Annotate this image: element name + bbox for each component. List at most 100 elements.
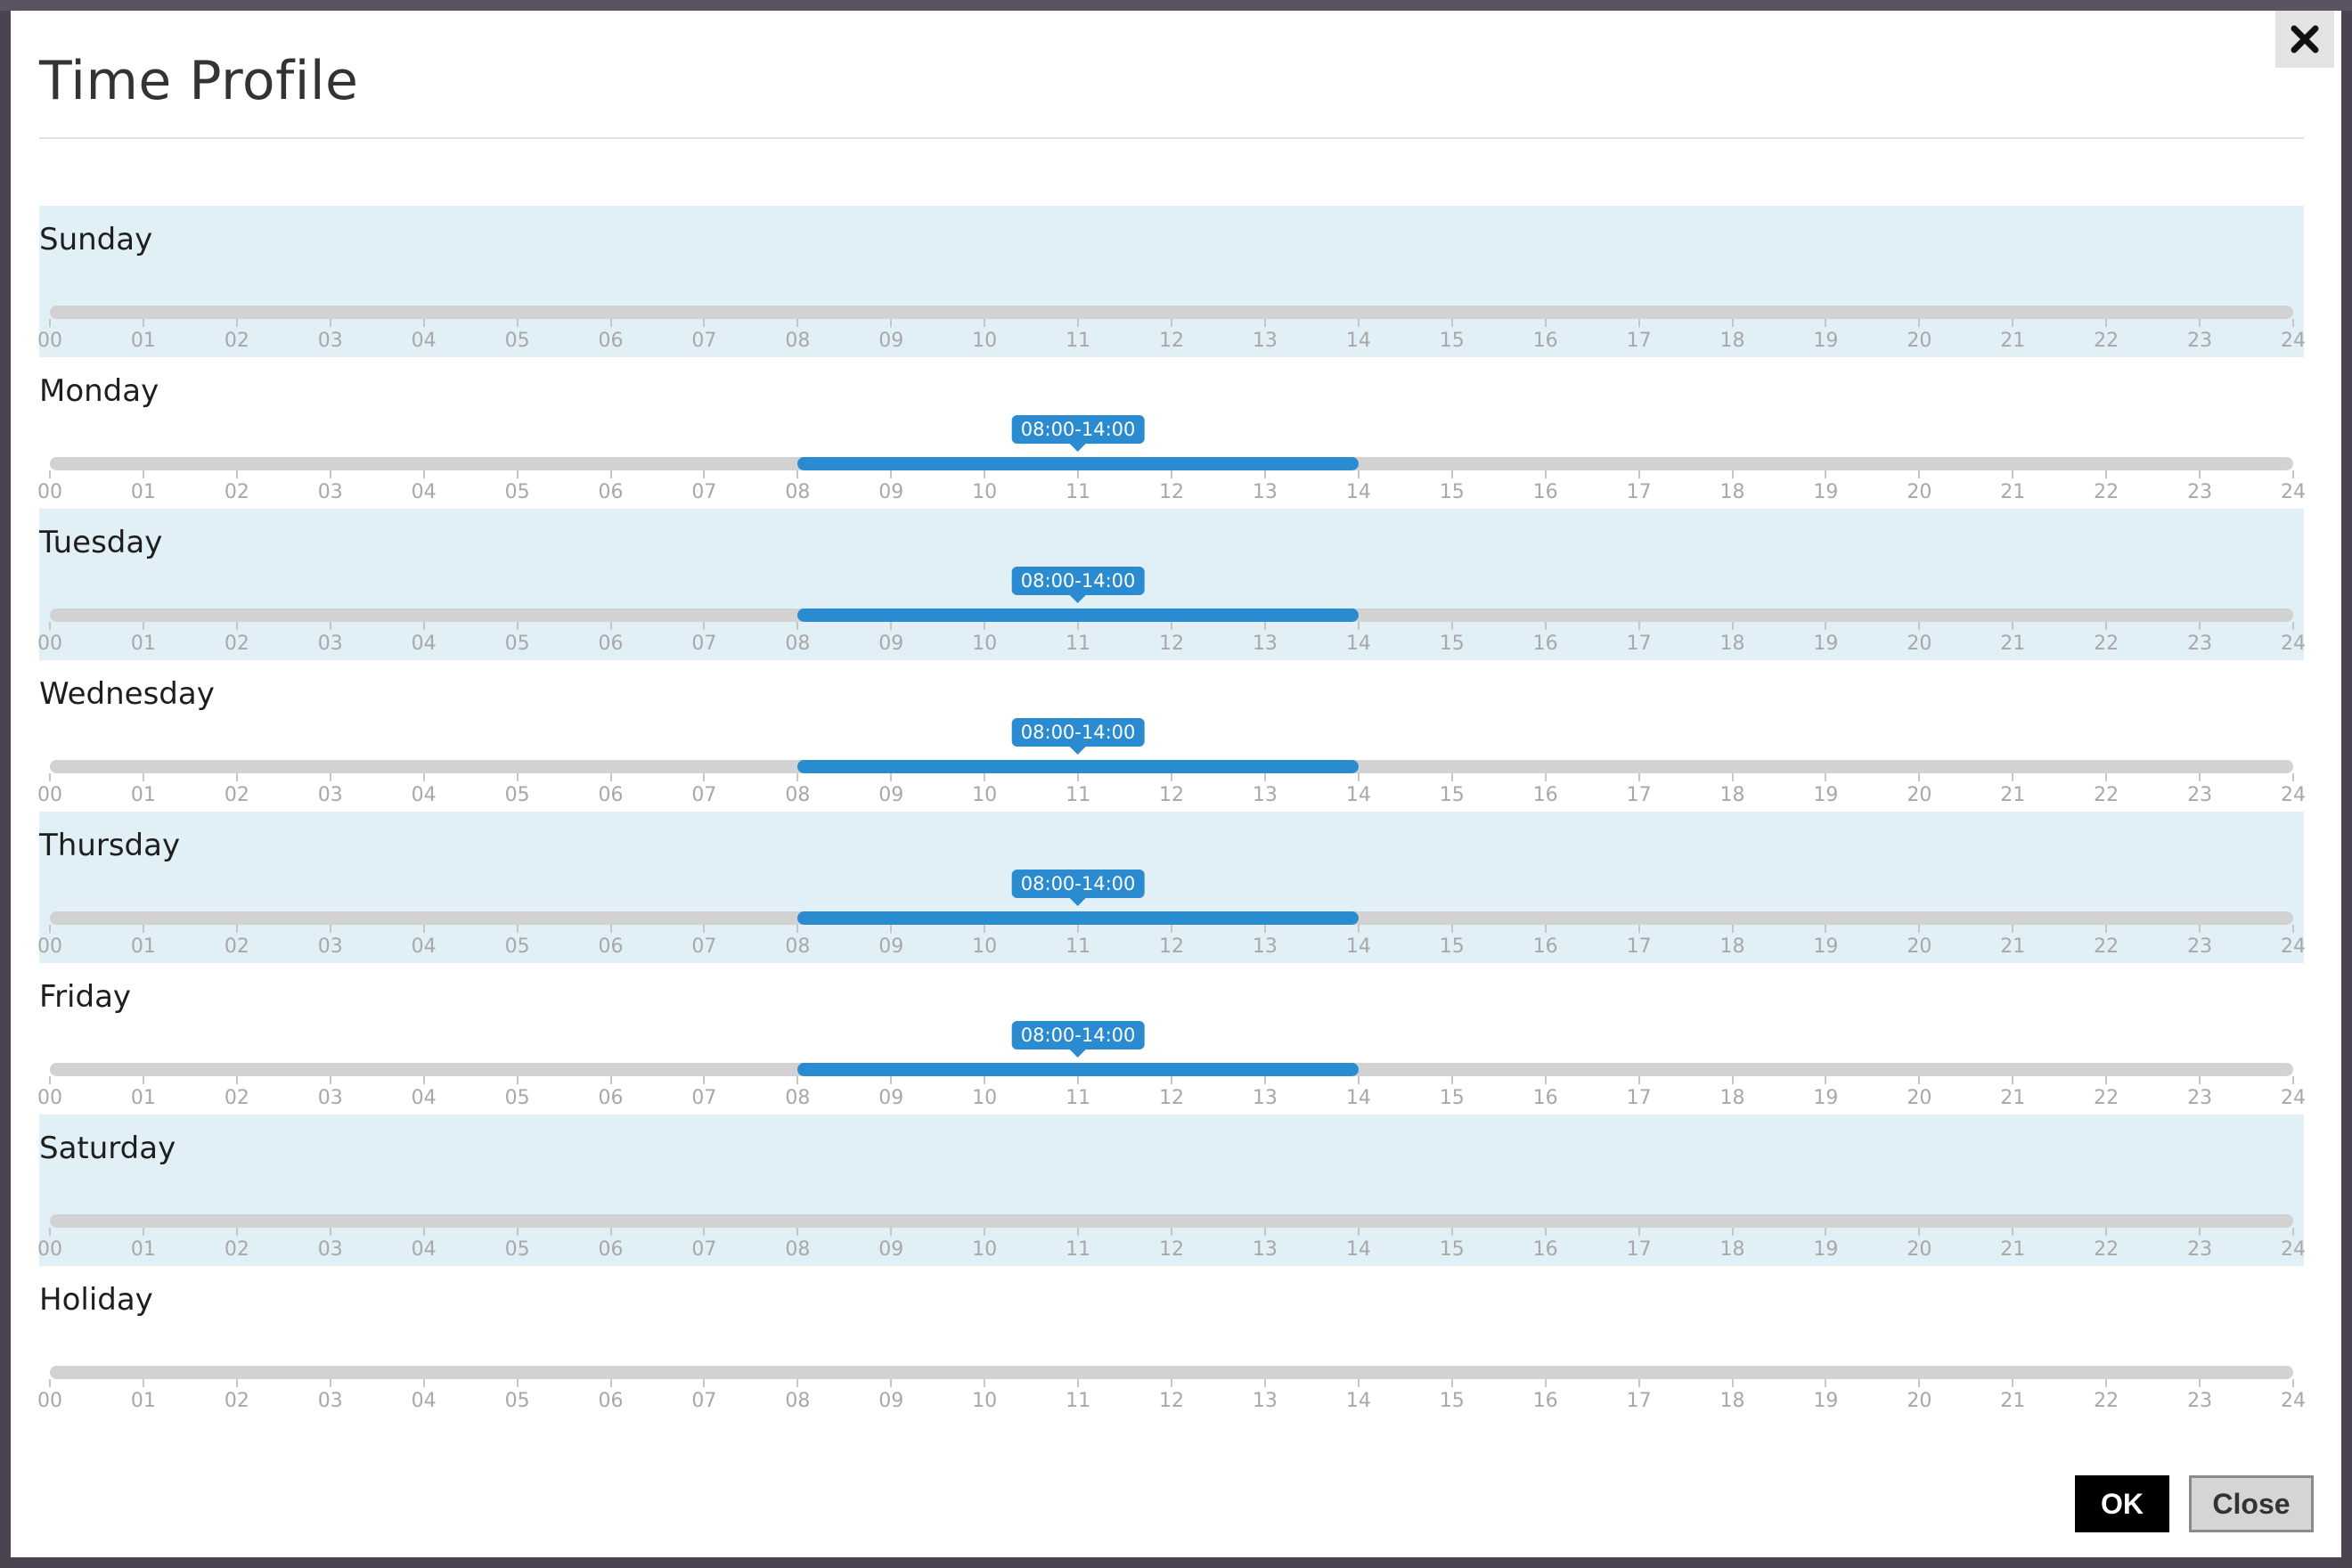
hour-tick-label: 02	[224, 1238, 249, 1261]
hour-tick-label: 01	[130, 481, 156, 503]
hour-tick-label: 19	[1813, 330, 1839, 352]
hour-tick-label: 01	[130, 1087, 156, 1109]
hour-tick	[49, 773, 51, 781]
time-range-tooltip: 08:00-14:00	[1011, 567, 1145, 603]
hour-tick	[609, 1076, 612, 1084]
hour-tick	[235, 622, 238, 630]
hour-tick	[142, 925, 144, 933]
time-slider-track[interactable]: 08:00-14:00	[50, 718, 2293, 773]
hour-tick-label: 24	[2281, 1238, 2306, 1261]
day-schedule-list: Sunday 00 01 02 03 04 05 06 07 08 09 10 11 12 13 14 15 16…	[37, 206, 2306, 1417]
time-slider-track[interactable]: 08:00-14:00	[50, 415, 2293, 470]
time-range-bar[interactable]	[797, 457, 1359, 470]
hour-tick	[2105, 470, 2108, 478]
time-slider-track[interactable]: 08:00-14:00	[50, 567, 2293, 622]
hour-tick	[1077, 1228, 1080, 1236]
hour-tick	[609, 319, 612, 327]
hour-tick-label: 04	[411, 1238, 437, 1261]
hour-tick	[1731, 622, 1734, 630]
hour-tick	[703, 1379, 706, 1387]
day-row-sunday: Sunday 00 01 02 03 04 05 06 07 08 09 10 11 12 13 14 15 16…	[37, 206, 2306, 357]
hour-tick-label: 06	[598, 330, 624, 352]
day-row-friday: Friday 08:00-14:00 00 01 02 03 04 05 06 07 08 09 10 1…	[37, 963, 2306, 1115]
hour-tick-label: 07	[691, 935, 717, 958]
hour-tick-label: 04	[411, 1087, 437, 1109]
hour-tick	[329, 622, 331, 630]
hour-tick-label: 03	[317, 1238, 343, 1261]
hour-tick	[984, 622, 986, 630]
day-row-holiday: Holiday 00 01 02 03 04 05 06 07 08 09 10 11 12 13 14 15 1…	[37, 1266, 2306, 1417]
hour-tick	[609, 622, 612, 630]
hour-tick-label: 14	[1345, 1087, 1371, 1109]
time-slider-track[interactable]: 08:00-14:00	[50, 1021, 2293, 1076]
hour-tick-label: 11	[1066, 935, 1091, 958]
hour-tick-label: 23	[2187, 784, 2213, 806]
time-slider-track[interactable]	[50, 1366, 2293, 1379]
time-range-bar[interactable]	[797, 911, 1359, 925]
hour-tick-label: 15	[1439, 481, 1465, 503]
hour-tick	[796, 773, 799, 781]
time-range-bar[interactable]	[797, 608, 1359, 622]
hour-tick-label: 16	[1532, 633, 1558, 655]
time-range-bar[interactable]	[797, 760, 1359, 773]
hour-tick	[703, 773, 706, 781]
hour-tick	[1263, 925, 1266, 933]
hour-tick-label: 10	[972, 481, 998, 503]
hour-tick-label: 03	[317, 784, 343, 806]
hour-tick-label: 10	[972, 784, 998, 806]
hour-tick-label: 24	[2281, 1390, 2306, 1412]
hour-tick	[2199, 1076, 2201, 1084]
hour-tick	[1637, 1228, 1640, 1236]
time-slider-track[interactable]: 08:00-14:00	[50, 870, 2293, 925]
hour-tick	[703, 470, 706, 478]
hour-tick-label: 02	[224, 1390, 249, 1412]
hour-tick	[984, 925, 986, 933]
hour-tick-label: 04	[411, 1390, 437, 1412]
hour-tick-label: 00	[37, 1087, 62, 1109]
title-divider	[39, 137, 2304, 139]
hour-tick-label: 17	[1626, 1238, 1652, 1261]
hour-tick-label: 09	[878, 481, 904, 503]
hour-tick-label: 11	[1066, 1238, 1091, 1261]
hour-tick	[1077, 470, 1080, 478]
hour-tick-label: 13	[1252, 1238, 1278, 1261]
hour-tick-label: 11	[1066, 633, 1091, 655]
time-slider-track[interactable]	[50, 306, 2293, 319]
hour-tick	[1637, 319, 1640, 327]
dialog-title: Time Profile	[39, 50, 359, 112]
hour-tick-label: 18	[1719, 1238, 1745, 1261]
time-range-bar[interactable]	[797, 1063, 1359, 1076]
hour-tick-label: 05	[504, 935, 530, 958]
hour-tick-label: 19	[1813, 481, 1839, 503]
hour-tick-label: 09	[878, 633, 904, 655]
hour-tick	[1077, 622, 1080, 630]
hour-tick-label: 24	[2281, 481, 2306, 503]
hour-tick	[1544, 1228, 1547, 1236]
hour-tick	[890, 925, 893, 933]
hour-tick-label: 03	[317, 1087, 343, 1109]
hour-tick-label: 24	[2281, 330, 2306, 352]
hour-tick-label: 13	[1252, 1390, 1278, 1412]
hour-tick	[422, 773, 425, 781]
hour-tick-label: 09	[878, 330, 904, 352]
hour-tick	[890, 1379, 893, 1387]
hour-tick-label: 00	[37, 935, 62, 958]
hour-tick-label: 21	[2000, 1087, 2026, 1109]
hour-tick	[1171, 622, 1172, 630]
hour-tick-label: 20	[1907, 1087, 1932, 1109]
hour-tick-label: 03	[317, 633, 343, 655]
hour-tick-label: 21	[2000, 935, 2026, 958]
close-button[interactable]: Close	[2189, 1475, 2314, 1532]
hour-tick-label: 22	[2094, 1087, 2119, 1109]
hour-tick-label: 06	[598, 935, 624, 958]
hour-tick	[703, 622, 706, 630]
hour-tick-label: 12	[1159, 1238, 1184, 1261]
hour-tick	[984, 1228, 986, 1236]
day-label: Tuesday	[39, 525, 163, 560]
hour-tick-label: 01	[130, 1390, 156, 1412]
hour-tick	[2292, 470, 2294, 478]
ok-button[interactable]: OK	[2075, 1475, 2169, 1532]
hour-tick	[1450, 1076, 1453, 1084]
time-slider-track[interactable]	[50, 1214, 2293, 1228]
close-dialog-button[interactable]	[2275, 11, 2334, 68]
